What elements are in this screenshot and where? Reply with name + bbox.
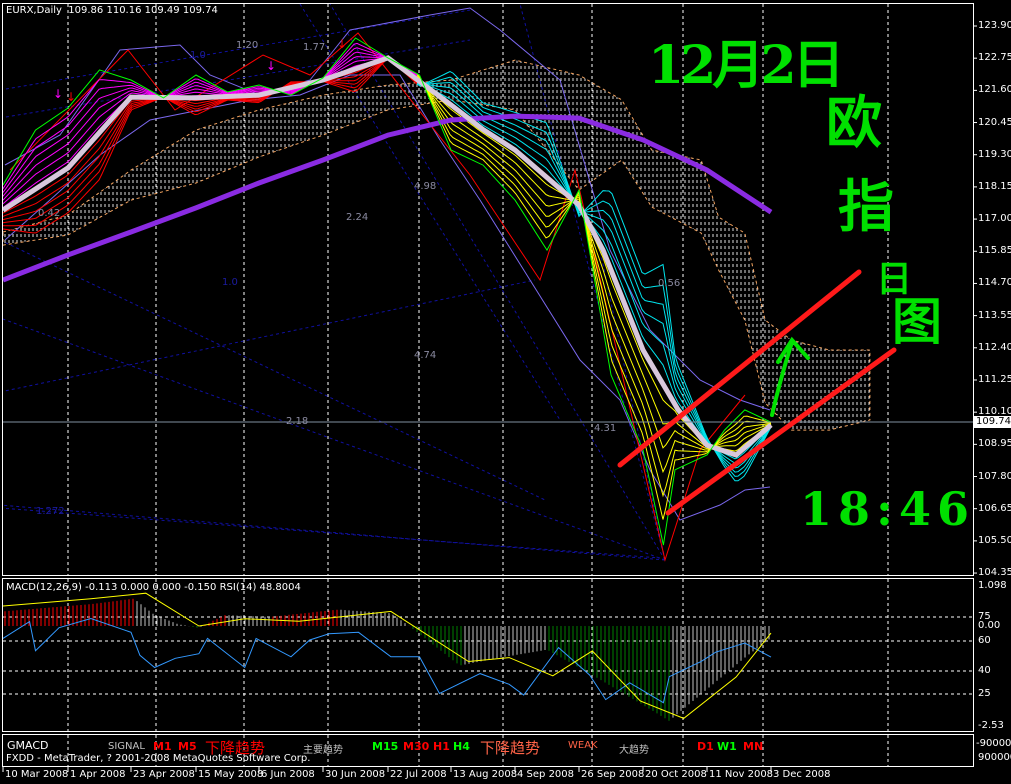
signal-axis-label: 9000000 (978, 752, 1011, 763)
signal-item: H4 (453, 740, 470, 753)
signal-item: 大趋势 (619, 745, 649, 756)
indicator-axis-label: 0.00 (978, 620, 1001, 631)
price-axis-label: 112.40 (978, 341, 1011, 353)
rsi-line (3, 617, 772, 704)
date-axis-label: 1 Apr 2008 (70, 769, 126, 780)
fib-label: 1.20 (236, 40, 259, 51)
fib-label: 1.77 (303, 42, 326, 53)
handwritten-date: 12月2日 (648, 35, 845, 96)
price-axis-label: 106.65 (978, 502, 1011, 514)
signal-item: H1 (433, 740, 450, 753)
signal-axis-label: -9000000 (976, 738, 1011, 749)
date-axis-label: 15 May 2008 (198, 769, 264, 780)
price-axis-label: 113.55 (978, 309, 1011, 321)
fib-label: 2.18 (286, 416, 309, 427)
handwritten-char: 图 (892, 292, 942, 351)
price-axis-label: 111.25 (978, 373, 1011, 385)
price-axis-label: 107.80 (978, 470, 1011, 482)
price-axis-label: 121.60 (978, 84, 1011, 96)
close-value: 109.74 (182, 5, 218, 16)
fib-label: 1.0 (190, 50, 206, 61)
chart-header: EURX,Daily 109.86 110.16 109.49 109.74 (6, 5, 218, 17)
date-axis-label: 22 Jul 2008 (390, 769, 447, 780)
down-arrow-icon: ↓ (337, 37, 347, 51)
fib-label: 0.42 (38, 208, 61, 219)
high-value: 110.16 (106, 5, 142, 16)
date-axis-label: 30 Jun 2008 (325, 769, 386, 780)
fib-label: 4.74 (414, 350, 437, 361)
fib-label: 4.31 (594, 423, 617, 434)
signal-item: WEAK (568, 740, 598, 751)
indicator-plot (3, 592, 772, 721)
signal-item: 下降趋势 (480, 739, 541, 757)
date-axis-label: 20 Oct 2008 (645, 769, 707, 780)
fib-label: 0.56 (658, 278, 681, 289)
price-axis-label: 115.85 (978, 245, 1011, 257)
price-axis-label: 119.30 (978, 148, 1011, 160)
price-axis-label: 105.50 (978, 534, 1011, 546)
current-price-badge: 109.74 (974, 416, 1011, 428)
down-arrow-icon: ↓ (266, 59, 276, 73)
low-value: 109.49 (144, 5, 180, 16)
down-arrow-icon: ↓ (53, 87, 63, 101)
copyright-text: FXDD - MetaTrader, ? 2001-2008 MetaQuote… (6, 753, 311, 764)
price-axis-label: 117.00 (978, 213, 1011, 225)
date-axis-label: 10 Mar 2008 (5, 769, 69, 780)
signal-panel-name: GMACD (7, 739, 49, 752)
signal-item: D1 (697, 740, 714, 753)
indicator-header: MACD(12,26,9) -0.113 0.000 0.000 -0.150 … (6, 582, 301, 593)
price-axis-label: 120.45 (978, 116, 1011, 128)
handwritten-char: 指 (838, 174, 894, 240)
fib-label: 1.0 (222, 277, 238, 288)
indicator-axis-label: 25 (978, 688, 991, 699)
indicator-axis-label: 1.098 (978, 580, 1007, 591)
fast-ma-line (3, 55, 773, 458)
signal-item: MN (743, 740, 764, 753)
price-axis-label: 108.95 (978, 438, 1011, 450)
signal-item: M5 (178, 740, 197, 753)
price-axis-label: 123.90 (978, 20, 1011, 31)
handwritten-char: 欧 (826, 90, 882, 156)
signal-label: SIGNAL (108, 741, 145, 752)
date-axis-label: 23 Apr 2008 (133, 769, 195, 780)
date-axis-label: 4 Sep 2008 (517, 769, 575, 780)
signal-item: M1 (153, 740, 172, 753)
fib-label: 2.24 (346, 212, 369, 223)
price-axis-label: 114.70 (978, 277, 1011, 289)
signal-item: W1 (717, 740, 737, 753)
down-arrow-icon: ↓ (66, 90, 76, 104)
indicator-panel-frame (2, 578, 974, 732)
date-axis-label: 6 Jun 2008 (261, 769, 315, 780)
macd-signal-line (3, 592, 772, 719)
date-axis-label: 3 Dec 2008 (773, 769, 831, 780)
indicator-axis-label: -2.53 (978, 720, 1004, 731)
price-axis-label: 118.15 (978, 180, 1011, 192)
handwritten-time: 18:46 (800, 482, 976, 536)
open-value: 109.86 (68, 5, 104, 16)
signal-item: M30 (403, 740, 430, 753)
fib-label: 1.272 (36, 506, 65, 517)
signal-item: M15 (372, 740, 399, 753)
indicator-axis-label: 40 (978, 665, 991, 676)
price-axis-label: 122.75 (978, 52, 1011, 64)
date-axis-label: 13 Aug 2008 (453, 769, 518, 780)
date-axis-label: 26 Sep 2008 (581, 769, 645, 780)
indicator-axis-label: 60 (978, 635, 991, 646)
symbol-label: EURX,Daily (6, 5, 62, 16)
price-axis-label: 104.35 (978, 567, 1011, 579)
fib-label: 4.98 (414, 181, 437, 192)
date-axis-label: 11 Nov 2008 (709, 769, 774, 780)
